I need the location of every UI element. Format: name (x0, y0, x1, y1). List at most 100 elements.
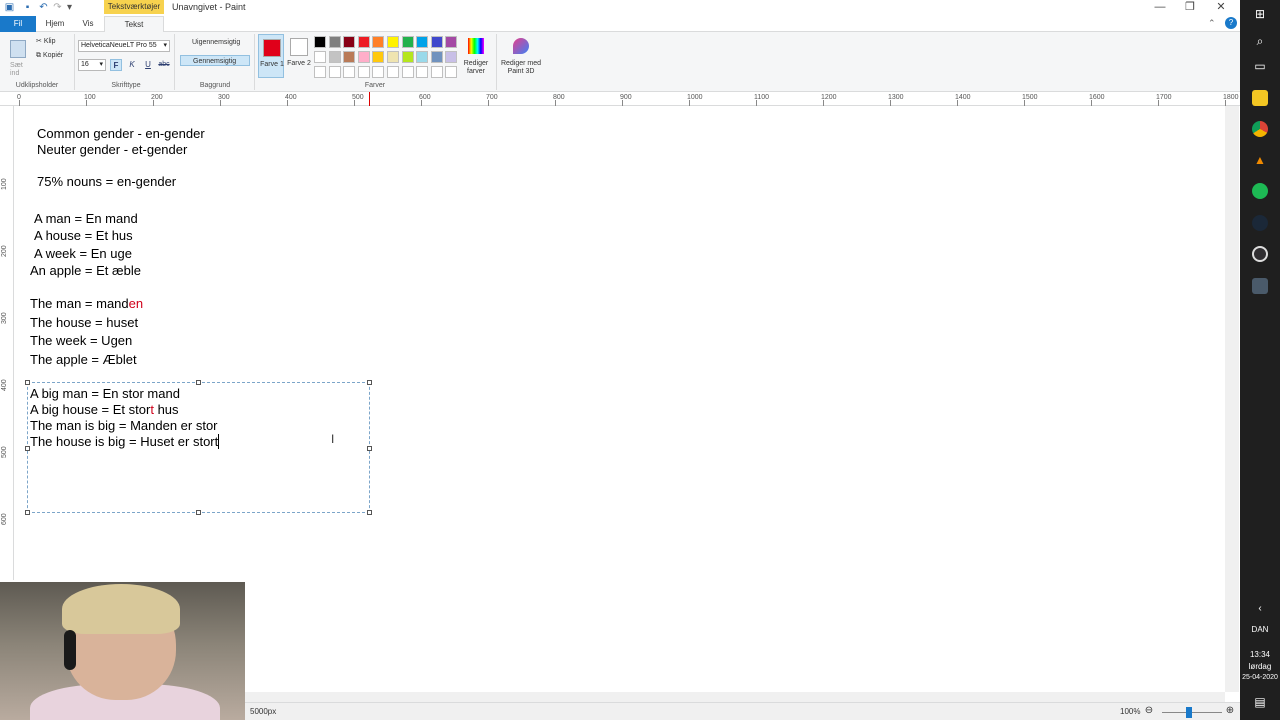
edit-colors-button[interactable]: Rediger farver (458, 36, 494, 80)
copy-button[interactable]: ⧉ Kopiér (36, 52, 63, 60)
tab-vis[interactable]: Vis (76, 16, 100, 32)
spotify-icon[interactable] (1252, 183, 1268, 199)
tab-fil[interactable]: Fil (0, 16, 36, 32)
resize-handle[interactable] (25, 380, 30, 385)
tab-tekst[interactable]: Tekst (104, 16, 164, 33)
resize-handle[interactable] (25, 510, 30, 515)
webcam-person-hair (62, 584, 180, 634)
windows-start-icon[interactable]: ⊞ (1252, 6, 1268, 22)
palette-color-swatch[interactable] (430, 51, 443, 63)
empty-color-slot[interactable] (357, 66, 370, 78)
underline-button[interactable]: U (142, 59, 154, 71)
font-size-select[interactable]: 16 ▾ (78, 59, 106, 71)
empty-color-slot[interactable] (328, 66, 341, 78)
strikethrough-button[interactable]: abc (158, 59, 170, 71)
palette-color-swatch[interactable] (314, 36, 326, 48)
zoom-slider[interactable] (1162, 712, 1222, 713)
help-icon[interactable]: ? (1225, 17, 1237, 29)
resize-handle[interactable] (196, 380, 201, 385)
save-icon[interactable]: ▪ (22, 2, 33, 13)
vertical-ruler: 100 200 300 400 500 600 (0, 106, 14, 580)
palette-color-swatch[interactable] (357, 51, 370, 63)
cut-button[interactable]: ✂ Klip (36, 37, 56, 45)
palette-color-swatch[interactable] (401, 51, 414, 63)
resize-handle[interactable] (367, 510, 372, 515)
palette-color-swatch[interactable] (387, 36, 399, 48)
palette-color-swatch[interactable] (357, 36, 370, 48)
paint-taskbar-icon[interactable] (1252, 278, 1268, 294)
italic-button[interactable]: K (126, 59, 138, 71)
chrome-icon[interactable] (1252, 121, 1268, 137)
color-palette (314, 36, 462, 78)
empty-color-slot[interactable] (343, 66, 356, 78)
palette-color-swatch[interactable] (314, 51, 326, 63)
resize-handle[interactable] (367, 380, 372, 385)
empty-color-slot[interactable] (387, 66, 399, 78)
empty-color-slot[interactable] (416, 66, 429, 78)
color2-button[interactable]: Farve 2 (286, 34, 312, 78)
chevron-left-icon[interactable]: ‹ (1252, 601, 1268, 617)
ruler-tick-label: 1300 (888, 94, 904, 101)
font-family-select[interactable]: HelveticaNeueLT Pro 55 ▾ (78, 40, 170, 52)
palette-color-swatch[interactable] (416, 36, 429, 48)
tab-hjem[interactable]: Hjem (40, 16, 70, 32)
edit-paint3d-button[interactable]: Rediger med Paint 3D (500, 36, 542, 80)
palette-color-swatch[interactable] (416, 51, 429, 63)
task-view-icon[interactable]: ▭ (1252, 58, 1268, 74)
zoom-slider-thumb[interactable] (1186, 707, 1192, 718)
group-label-font: Skrifttype (111, 82, 141, 89)
vertical-scrollbar[interactable] (1225, 106, 1239, 692)
textbox-text-part: The house is big = Huset er stort (30, 434, 219, 449)
palette-color-swatch[interactable] (401, 36, 414, 48)
steam-icon[interactable] (1252, 215, 1268, 231)
empty-color-slot[interactable] (401, 66, 414, 78)
clock-date[interactable]: 25-04-2020 (1240, 674, 1280, 681)
palette-color-swatch[interactable] (372, 51, 385, 63)
palette-color-swatch[interactable] (445, 51, 458, 63)
clock-day[interactable]: lørdag (1240, 662, 1280, 671)
paste-button[interactable]: Sæt ind (6, 36, 30, 77)
palette-color-swatch[interactable] (328, 36, 341, 48)
minimize-button[interactable]: — (1152, 1, 1168, 14)
transparent-option[interactable]: Gennemsigtig (180, 55, 250, 66)
opaque-option[interactable]: Uigennemsigtig (180, 37, 250, 48)
palette-color-swatch[interactable] (445, 36, 458, 48)
resize-handle[interactable] (196, 510, 201, 515)
paint3d-icon (513, 38, 529, 54)
palette-color-swatch[interactable] (430, 36, 443, 48)
palette-color-swatch[interactable] (387, 51, 399, 63)
restore-button[interactable]: ❐ (1182, 1, 1198, 14)
ruler-tick-label: 300 (218, 94, 230, 101)
horizontal-scrollbar[interactable] (245, 692, 1225, 702)
empty-color-slot[interactable] (445, 66, 458, 78)
undo-icon[interactable]: ↶ (38, 2, 49, 13)
palette-color-swatch[interactable] (328, 51, 341, 63)
palette-color-swatch[interactable] (343, 36, 356, 48)
empty-color-slot[interactable] (372, 66, 385, 78)
clock-time[interactable]: 13:34 (1240, 650, 1280, 659)
canvas-text: A week = En uge (34, 246, 132, 261)
input-language[interactable]: DAN (1240, 625, 1280, 634)
search-icon[interactable]: ⌕ (1252, 33, 1268, 49)
canvas-text: An apple = Et æble (30, 263, 141, 278)
empty-color-slot[interactable] (314, 66, 326, 78)
palette-color-swatch[interactable] (343, 51, 356, 63)
customize-toolbar-icon[interactable]: ▾ (64, 2, 75, 13)
file-explorer-icon[interactable] (1252, 90, 1268, 106)
notifications-icon[interactable]: ▤ (1252, 694, 1268, 710)
resize-handle[interactable] (367, 446, 372, 451)
redo-icon[interactable]: ↷ (52, 2, 63, 13)
canvas-text: 75% nouns = en-gender (37, 174, 177, 189)
color1-button[interactable]: Farve 1 (258, 34, 284, 78)
close-button[interactable]: ✕ (1213, 1, 1229, 14)
vlc-icon[interactable]: ▲ (1252, 152, 1268, 168)
active-text-box[interactable]: A big man = En stor mand A big house = E… (25, 380, 372, 515)
obs-icon[interactable] (1252, 246, 1268, 262)
empty-color-slot[interactable] (430, 66, 443, 78)
zoom-out-button[interactable]: ⊖ (1143, 705, 1155, 717)
collapse-ribbon-icon[interactable]: ⌃ (1208, 18, 1216, 29)
zoom-in-button[interactable]: ⊕ (1224, 705, 1236, 717)
bold-button[interactable]: F (110, 59, 122, 71)
palette-color-swatch[interactable] (372, 36, 385, 48)
textbox-line: The house is big = Huset er stort (30, 434, 220, 449)
